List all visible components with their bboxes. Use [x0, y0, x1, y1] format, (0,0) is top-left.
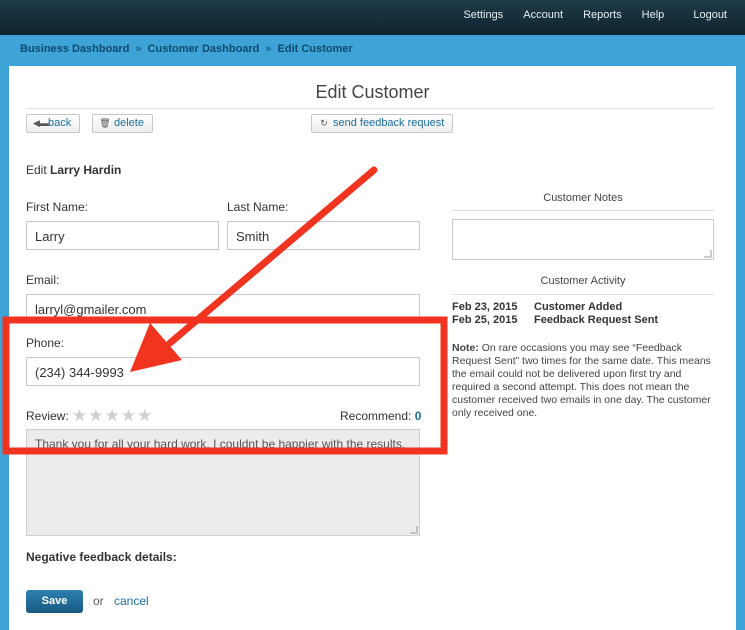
cancel-link[interactable]: cancel — [114, 594, 149, 608]
activity-row: Feb 25, 2015 Feedback Request Sent — [452, 314, 658, 326]
star-icon[interactable]: ★ — [88, 406, 104, 425]
recommend: Recommend: 0 — [340, 409, 421, 423]
email-label: Email: — [26, 273, 60, 287]
last-name-label: Last Name: — [227, 200, 289, 214]
edit-heading: Edit Larry Hardin — [26, 163, 121, 177]
activity-note: Note: On rare occasions you may see “Fee… — [452, 342, 720, 420]
breadcrumb: Business Dashboard » Customer Dashboard » Ed… — [20, 43, 353, 55]
nav-logout[interactable]: Logout — [693, 9, 727, 21]
star-icon[interactable]: ★ — [72, 406, 88, 425]
first-name-field[interactable]: Larry — [26, 221, 219, 250]
or-text: or — [93, 594, 104, 608]
delete-button-label: delete — [114, 117, 144, 129]
review-star-rating[interactable]: ★★★★★ — [72, 406, 153, 426]
recommend-label: Recommend: — [340, 409, 412, 423]
title-divider — [26, 108, 714, 109]
star-icon[interactable]: ★ — [137, 406, 153, 425]
activity-divider — [452, 294, 714, 295]
breadcrumb-business-dashboard[interactable]: Business Dashboard — [20, 43, 129, 55]
breadcrumb-customer-dashboard[interactable]: Customer Dashboard — [148, 43, 260, 55]
save-button[interactable]: Save — [26, 590, 83, 613]
send-feedback-request-button[interactable]: ↻ send feedback request — [311, 114, 454, 133]
breadcrumb-separator: » — [265, 43, 272, 55]
back-button-label: back — [48, 117, 72, 129]
star-icon[interactable]: ★ — [105, 406, 121, 425]
breadcrumb-edit-customer[interactable]: Edit Customer — [278, 43, 353, 55]
breadcrumb-separator: » — [135, 43, 142, 55]
activity-date: Feb 25, 2015 — [452, 314, 518, 326]
nav-settings[interactable]: Settings — [463, 9, 503, 21]
customer-activity-heading: Customer Activity — [540, 275, 626, 287]
notes-divider — [452, 210, 714, 211]
review-label: Review: — [26, 409, 69, 423]
negative-feedback-label: Negative feedback details: — [26, 550, 177, 564]
email-field[interactable]: larryl@gmailer.com — [26, 294, 420, 323]
last-name-field[interactable]: Smith — [227, 221, 420, 250]
resize-grip-icon[interactable] — [704, 250, 712, 258]
first-name-label: First Name: — [26, 200, 89, 214]
customer-name: Larry Hardin — [50, 163, 122, 177]
recommend-value: 0 — [414, 409, 422, 423]
refresh-icon: ↻ — [320, 118, 328, 128]
page-title: Edit Customer — [315, 82, 430, 102]
nav-reports[interactable]: Reports — [583, 9, 622, 21]
activity-event: Customer Added — [534, 301, 623, 313]
phone-field[interactable]: (234) 344-9993 — [26, 357, 420, 386]
breadcrumb-bar: Business Dashboard » Customer Dashboard » Ed… — [0, 35, 745, 65]
back-arrow-icon: ◀▬ — [33, 118, 49, 128]
note-text: On rare occasions you may see “Feedback … — [452, 342, 711, 419]
resize-grip-icon[interactable] — [410, 526, 418, 534]
back-button[interactable]: ◀▬back — [26, 114, 81, 133]
customer-notes-heading: Customer Notes — [543, 192, 623, 204]
delete-button[interactable]: 🗑 delete — [92, 114, 153, 133]
customer-notes-input[interactable] — [452, 219, 714, 260]
review-text: Thank you for all your hard work. I coul… — [35, 437, 406, 451]
top-nav-links: Settings Account Reports Help Logout — [446, 9, 727, 21]
activity-date: Feb 23, 2015 — [452, 301, 518, 313]
edit-prefix: Edit — [26, 163, 47, 177]
trash-icon: 🗑 — [99, 118, 111, 128]
activity-row: Feb 23, 2015 Customer Added — [452, 301, 622, 313]
main-panel: Edit Customer ◀▬back 🗑 delete ↻ send feedb… — [9, 66, 736, 630]
nav-help[interactable]: Help — [642, 9, 665, 21]
activity-event: Feedback Request Sent — [534, 314, 659, 326]
nav-account[interactable]: Account — [523, 9, 563, 21]
review-text-area[interactable]: Thank you for all your hard work. I coul… — [26, 429, 420, 536]
note-label: Note: — [452, 342, 479, 354]
phone-label: Phone: — [26, 336, 65, 350]
top-navbar: Settings Account Reports Help Logout — [0, 0, 745, 35]
send-feedback-label: send feedback request — [333, 117, 445, 129]
star-icon[interactable]: ★ — [121, 406, 137, 425]
